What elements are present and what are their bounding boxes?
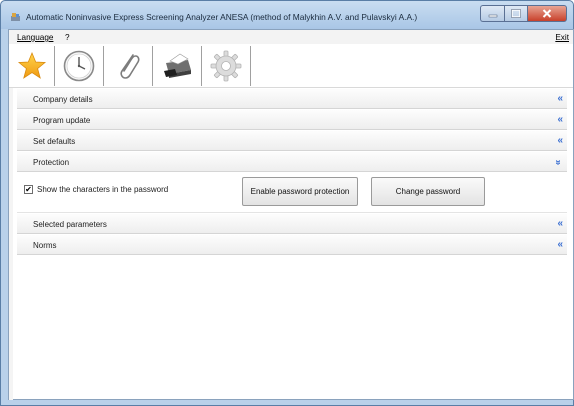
- panel-selected-parameters[interactable]: Selected parameters «: [17, 213, 567, 234]
- show-password-label: Show the characters in the password: [37, 185, 169, 194]
- toolbar-separator: [201, 46, 202, 86]
- favorites-button[interactable]: [11, 47, 53, 85]
- protection-content: ✔ Show the characters in the password En…: [17, 172, 567, 213]
- menu-bar: Language ? Exit: [9, 30, 573, 44]
- show-password-checkbox-row[interactable]: ✔ Show the characters in the password: [24, 185, 168, 194]
- toolbar-separator: [54, 46, 55, 86]
- toolbar-separator: [103, 46, 104, 86]
- menu-help[interactable]: ?: [65, 33, 70, 42]
- chevron-left-icon[interactable]: «: [557, 239, 563, 250]
- maximize-button[interactable]: [504, 5, 527, 22]
- panel-label: Program update: [33, 116, 91, 125]
- window-title: Automatic Noninvasive Express Screening …: [26, 12, 418, 22]
- toolbar-separator: [250, 46, 251, 86]
- chevron-left-icon[interactable]: «: [557, 93, 563, 104]
- settings-button[interactable]: [205, 47, 247, 85]
- toolbar-separator: [152, 46, 153, 86]
- chevron-left-icon[interactable]: «: [557, 218, 563, 229]
- change-password-button[interactable]: Change password: [371, 177, 485, 206]
- settings-panels: Company details « Program update « Set d…: [17, 88, 567, 255]
- chevron-down-icon[interactable]: «: [553, 160, 564, 166]
- gear-icon: [210, 50, 242, 82]
- minimize-button[interactable]: [480, 5, 504, 22]
- enable-password-button[interactable]: Enable password protection: [242, 177, 358, 206]
- panel-company-details[interactable]: Company details «: [17, 88, 567, 109]
- maximize-icon: [511, 9, 521, 18]
- panel-protection[interactable]: Protection «: [17, 151, 567, 172]
- clock-icon: [63, 50, 95, 82]
- title-bar[interactable]: Automatic Noninvasive Express Screening …: [1, 1, 573, 29]
- history-button[interactable]: [58, 47, 100, 85]
- panel-norms[interactable]: Norms «: [17, 234, 567, 255]
- panel-label: Protection: [33, 158, 70, 167]
- panel-label: Set defaults: [33, 137, 76, 146]
- toolbar: [9, 44, 573, 88]
- close-button[interactable]: [527, 5, 567, 22]
- panel-label: Norms: [33, 241, 57, 250]
- printer-icon: [164, 53, 191, 78]
- close-icon: [542, 9, 552, 18]
- print-button[interactable]: [156, 47, 198, 85]
- menu-language[interactable]: Language: [17, 33, 53, 42]
- window-controls: [480, 5, 567, 22]
- panel-set-defaults[interactable]: Set defaults «: [17, 130, 567, 151]
- chevron-left-icon[interactable]: «: [557, 114, 563, 125]
- client-area: Language ? Exit Company details « Progra…: [8, 29, 574, 400]
- left-edge: [9, 88, 13, 400]
- panel-label: Selected parameters: [33, 220, 107, 229]
- chevron-left-icon[interactable]: «: [557, 135, 563, 146]
- app-icon: [11, 13, 20, 21]
- menu-exit[interactable]: Exit: [555, 33, 569, 42]
- panel-program-update[interactable]: Program update «: [17, 109, 567, 130]
- panel-label: Company details: [33, 95, 93, 104]
- attachment-button[interactable]: [107, 47, 149, 85]
- paperclip-icon: [120, 54, 140, 79]
- minimize-icon: [488, 14, 497, 17]
- app-window: Automatic Noninvasive Express Screening …: [0, 0, 574, 406]
- star-icon: [17, 51, 47, 79]
- show-password-checkbox[interactable]: ✔: [24, 185, 33, 194]
